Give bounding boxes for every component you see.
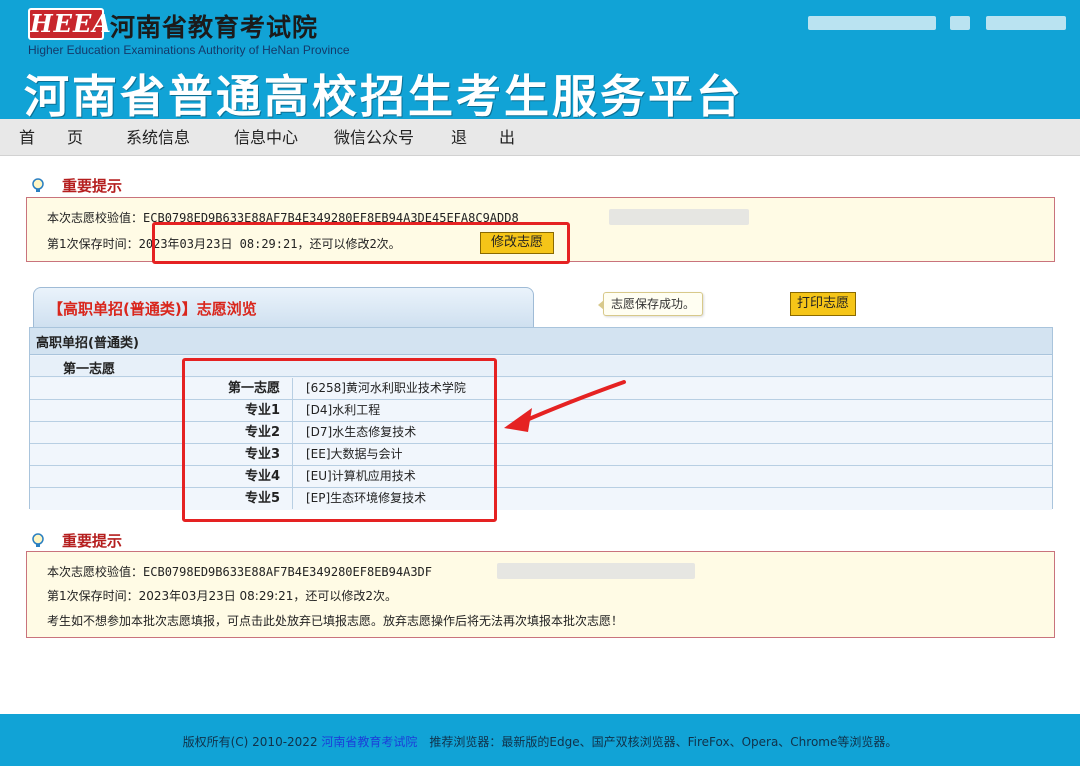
row-value: [EP]生态环境修复技术	[306, 491, 427, 505]
modify-button[interactable]: 修改志愿	[480, 232, 554, 254]
nav-home[interactable]: 首 页	[19, 119, 83, 156]
save-time-value: 2023年03月23日 08:29:21，还可以修改2次。	[138, 237, 401, 251]
checksum-line: 本次志愿校验值：ECB0798ED9B633E88AF7B4E349280EF8…	[47, 209, 519, 226]
table-row: 专业4 [EU]计算机应用技术	[30, 466, 1052, 488]
checksum-label: 本次志愿校验值：	[47, 211, 144, 225]
footer-browsers: 推荐浏览器：最新版的Edge、国产双核浏览器、FireFox、Opera、Chr…	[417, 735, 898, 749]
nav-logout[interactable]: 退 出	[451, 119, 515, 156]
table-row: 第一志愿 [6258]黄河水利职业技术学院	[30, 378, 1052, 400]
notice-bottom-box: 本次志愿校验值：ECB0798ED9B633E88AF7B4E349280EF8…	[26, 551, 1055, 638]
checksum-value: ECB0798ED9B633E88AF7B4E349280EF8EB94A3DF	[143, 565, 432, 579]
blurred-user-info-3	[986, 16, 1066, 30]
blurred-checksum	[497, 563, 695, 579]
table-row: 专业5 [EP]生态环境修复技术	[30, 488, 1052, 510]
blurred-user-info	[808, 16, 936, 30]
browse-tab[interactable]: 【高职单招(普通类)】志愿浏览	[33, 287, 534, 327]
notice-bottom-title-text: 重要提示	[62, 532, 123, 550]
nav-system-info[interactable]: 系统信息	[126, 119, 190, 156]
row-label: 专业3	[30, 444, 293, 465]
notice-top-box: 本次志愿校验值：ECB0798ED9B633E88AF7B4E349280EF8…	[26, 197, 1055, 262]
row-label: 专业2	[30, 422, 293, 443]
notice-top-title-text: 重要提示	[62, 177, 123, 195]
table-header: 高职单招(普通类)	[30, 328, 1052, 355]
site-header: HEEA 河南省教育考试院 Higher Education Examinati…	[0, 0, 1080, 119]
table-header-text: 高职单招(普通类)	[36, 336, 139, 351]
save-time-line: 第1次保存时间：2023年03月23日 08:29:21，还可以修改2次。	[47, 235, 401, 252]
platform-title: 河南省普通高校招生考生服务平台	[24, 70, 745, 119]
table-row: 专业2 [D7]水生态修复技术	[30, 422, 1052, 444]
footer-org-link[interactable]: 河南省教育考试院	[321, 735, 417, 749]
row-label: 专业1	[30, 400, 293, 421]
row-value: [6258]黄河水利职业技术学院	[306, 381, 466, 395]
blurred-checksum	[609, 209, 749, 225]
browse-tab-title: 【高职单招(普通类)】志愿浏览	[48, 300, 257, 318]
footer-copyright: 版权所有(C) 2010-2022	[182, 735, 322, 749]
footer-text: 版权所有(C) 2010-2022 河南省教育考试院 推荐浏览器：最新版的Edg…	[0, 733, 1080, 750]
heea-logo: HEEA	[28, 8, 112, 40]
table-subheader: 第一志愿	[30, 356, 1052, 377]
save-time-line: 第1次保存时间：2023年03月23日 08:29:21，还可以修改2次。	[47, 589, 398, 603]
main-nav: 首 页 系统信息 信息中心 微信公众号 退 出	[0, 119, 1080, 156]
row-value: [EE]大数据与会计	[306, 447, 403, 461]
blurred-user-info-2	[950, 16, 970, 30]
row-value: [D7]水生态修复技术	[306, 425, 417, 439]
choice-table: 高职单招(普通类) 第一志愿 第一志愿 [6258]黄河水利职业技术学院 专业1 […	[29, 327, 1053, 510]
lightbulb-icon	[32, 533, 44, 547]
site-footer: 版权所有(C) 2010-2022 河南省教育考试院 推荐浏览器：最新版的Edg…	[0, 714, 1080, 766]
row-label: 专业4	[30, 466, 293, 487]
table-subheader-text: 第一志愿	[63, 362, 116, 377]
print-button[interactable]: 打印志愿	[790, 292, 856, 316]
row-label: 专业5	[30, 488, 293, 509]
row-value: [EU]计算机应用技术	[306, 469, 416, 483]
checksum-value: ECB0798ED9B633E88AF7B4E349280EF8EB94A3DE…	[143, 211, 519, 225]
nav-wechat[interactable]: 微信公众号	[334, 119, 414, 156]
checksum-line: 本次志愿校验值：ECB0798ED9B633E88AF7B4E349280EF8…	[47, 563, 432, 580]
table-row: 专业1 [D4]水利工程	[30, 400, 1052, 422]
abandon-line[interactable]: 考生如不想参加本批次志愿填报，可点击此处放弃已填报志愿。放弃志愿操作后将无法再次…	[47, 612, 623, 629]
row-label: 第一志愿	[30, 378, 293, 399]
checksum-label: 本次志愿校验值：	[47, 565, 144, 579]
nav-info-center[interactable]: 信息中心	[234, 119, 298, 156]
org-name-en: Higher Education Examinations Authority …	[28, 43, 350, 57]
row-value: [D4]水利工程	[306, 403, 381, 417]
table-row: 专业3 [EE]大数据与会计	[30, 444, 1052, 466]
save-success-toast: 志愿保存成功。	[598, 292, 703, 316]
org-name-cn: 河南省教育考试院	[110, 13, 319, 42]
save-time-label: 第1次保存时间：	[47, 237, 139, 251]
lightbulb-icon	[32, 178, 44, 192]
